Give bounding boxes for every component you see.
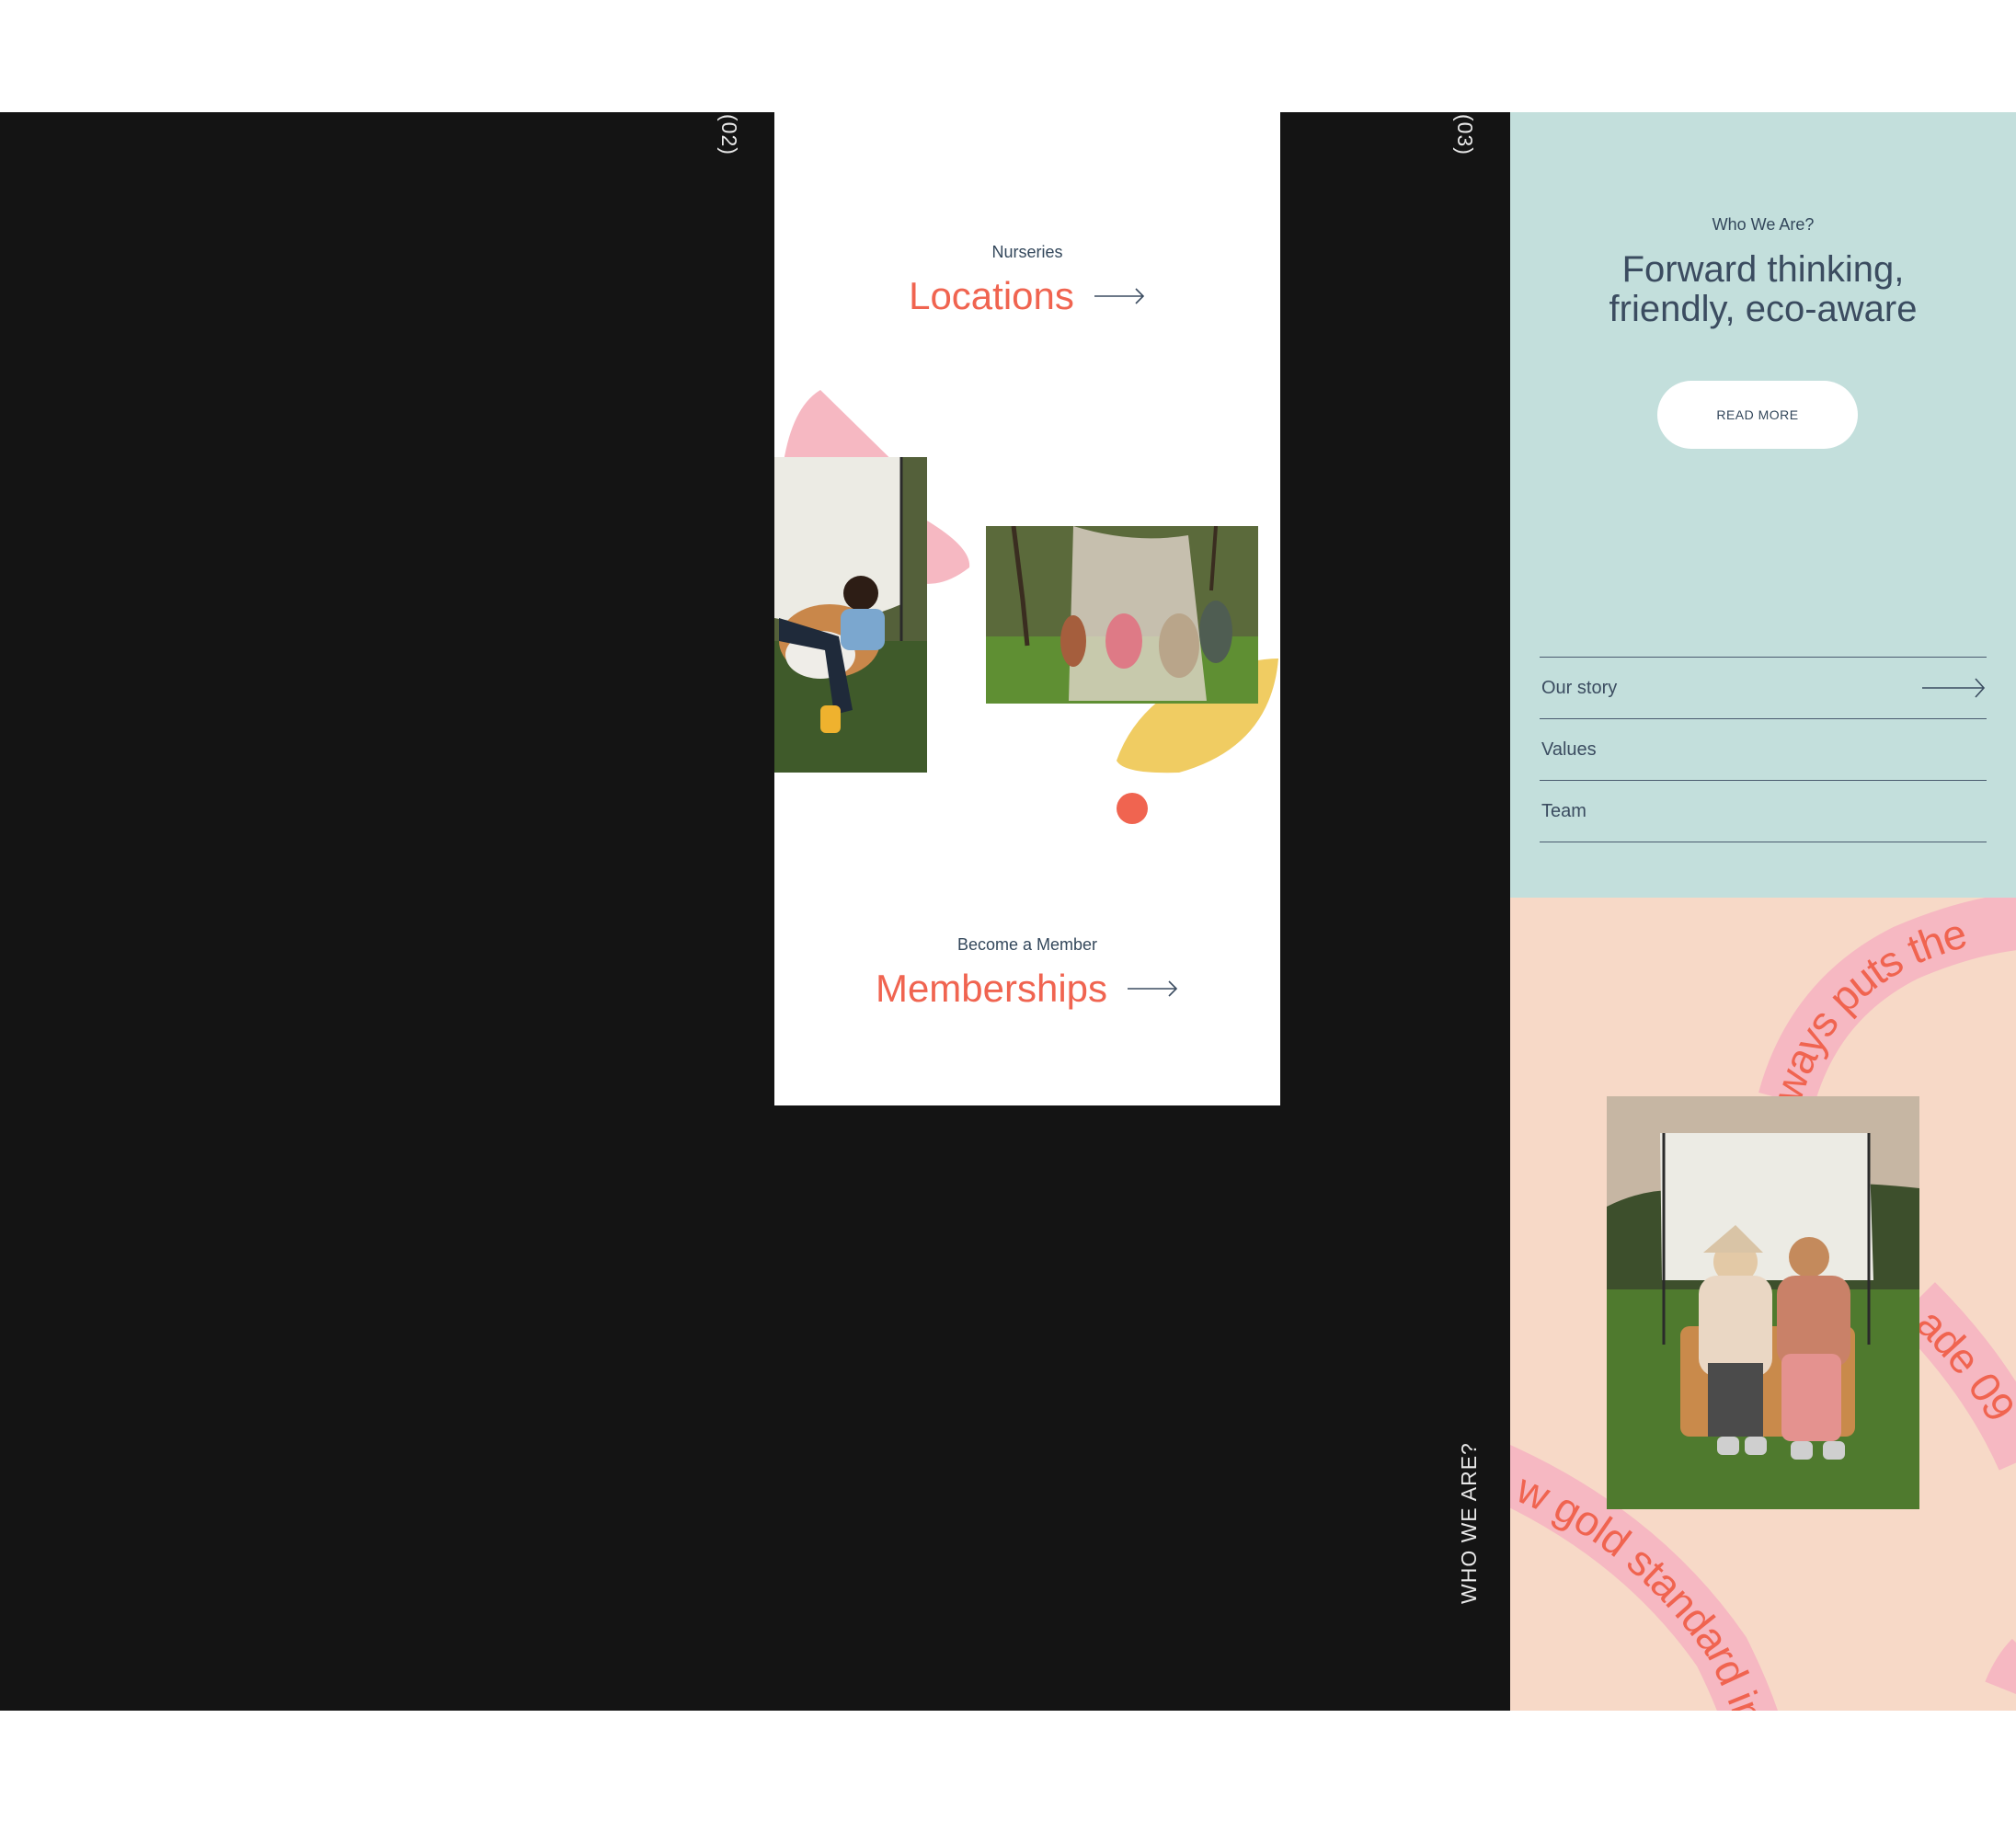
who-we-are-eyebrow: Who We Are? <box>1712 215 1815 234</box>
menu-item-team[interactable]: Team <box>1540 781 1987 842</box>
who-we-are-menu: Our story Values Team <box>1540 657 1987 842</box>
photo-two-children <box>1607 1096 1919 1509</box>
section-number-03: (03) <box>1453 114 1477 155</box>
menu-item-label: Our story <box>1541 677 1618 698</box>
photo-child-in-chair <box>774 457 927 773</box>
ribbon-panel: ways puts the w gold standard in ade 09 <box>1510 898 2016 1711</box>
arrow-right-icon <box>1922 678 1986 698</box>
menu-item-label: Values <box>1541 739 1597 760</box>
membership-eyebrow: Become a Member <box>956 935 1098 954</box>
who-we-are-title-line2: friendly, eco-aware <box>1609 289 1918 329</box>
memberships-link-label: Memberships <box>875 967 1108 1010</box>
who-we-are-title-line1: Forward thinking, <box>1621 249 1905 290</box>
who-we-are-panel: Who We Are? Forward thinking, friendly, … <box>1510 112 2016 898</box>
menu-item-our-story[interactable]: Our story <box>1540 658 1987 719</box>
nurseries-panel: Nurseries Locations Become a Member Memb… <box>774 112 1280 1105</box>
arrow-right-icon <box>1128 980 1178 997</box>
section-number-02: (02) <box>717 114 741 155</box>
menu-item-label: Team <box>1541 800 1586 821</box>
menu-item-values[interactable]: Values <box>1540 719 1987 781</box>
read-more-button[interactable]: READ MORE <box>1657 381 1858 449</box>
dark-background <box>0 112 1510 1711</box>
photo-children-under-veil <box>986 526 1258 704</box>
who-we-are-title: Forward thinking, friendly, eco-aware <box>1510 250 2016 329</box>
memberships-link[interactable]: Memberships <box>774 967 1280 1011</box>
vertical-label-who-we-are: WHO WE ARE? <box>1457 1442 1481 1604</box>
